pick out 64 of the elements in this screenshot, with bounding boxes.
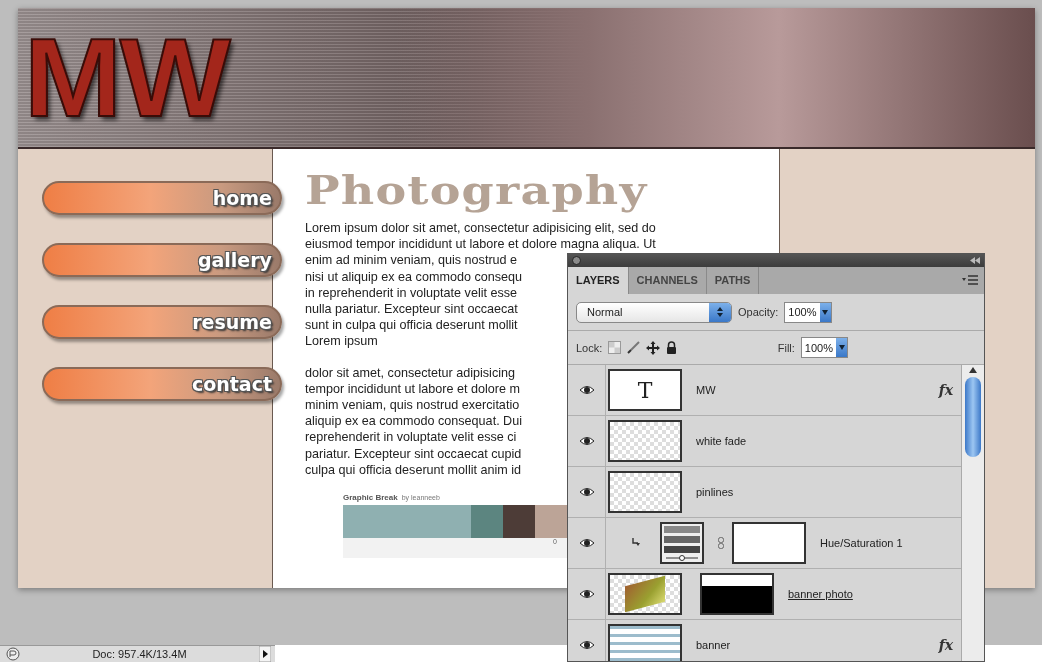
scroll-up-icon[interactable] [969,367,977,373]
dropdown-arrow-icon [838,345,845,350]
play-arrow-icon[interactable] [259,646,271,662]
body-text-line: reprehenderit in voluptate velit esse ci [305,429,517,446]
fill-label: Fill: [777,341,795,354]
palette-title: Graphic Break [343,493,398,503]
body-text-line: eiusmod tempor incididunt ut labore et dolore magna aliqua. Ut [305,236,656,253]
close-icon[interactable] [572,256,581,265]
padlock-icon[interactable] [666,341,678,354]
collapse-icon[interactable] [970,257,980,264]
body-text-line: minim veniam, quis nostrud exercitatio [305,397,520,414]
panel-menu-icon[interactable] [962,275,978,285]
body-text-line: aliquip ex ea commodo consequat. Dui [305,413,523,430]
eye-icon[interactable] [578,385,595,395]
blend-mode-dropdown[interactable]: Normal [576,301,732,323]
layer-name: white fade [696,435,747,447]
document-size: Doc: 957.4K/13.4M [91,648,188,660]
adjustment-layer-icon [660,522,704,564]
opacity-label: Opacity: [738,306,779,318]
body-text-line: pariatur. Excepteur sint occaecat cupid [305,445,522,462]
layer-row[interactable]: banner fx [568,620,961,661]
body-text-line: Lorem ipsum dolor sit amet, consectetur adipisicing elit, sed do [305,220,656,237]
scrollbar[interactable] [961,365,984,661]
layer-row[interactable]: pinlines [568,467,961,518]
body-text-line: culpa qui officia deserunt mollit anim id [305,461,522,479]
effects-icon[interactable]: fx [938,637,953,653]
body-text-line: dolor sit amet, consectetur adipisicing [305,364,515,381]
dropdown-arrow-icon [822,309,828,315]
body-text-line: sunt in culpa qui officia deserunt mollit [305,317,518,334]
move-icon[interactable] [646,340,661,355]
layer-row[interactable]: banner photo [568,569,961,620]
eye-icon[interactable] [578,589,595,599]
body-text-line: tempor incididunt ut labore et dolore m [305,380,520,398]
layer-name: banner [696,639,731,651]
eye-icon[interactable] [578,436,595,446]
brush-icon[interactable] [627,341,641,354]
eye-icon[interactable] [578,538,595,548]
link-icon[interactable] [718,537,724,549]
layer-name: MW [696,384,716,396]
effects-icon[interactable]: fx [938,382,953,398]
body-text-line: nisi ut aliquip ex ea commodo consequ [305,268,523,285]
layer-name: pinlines [696,486,734,498]
stepper-arrows-icon [716,306,724,318]
layer-row[interactable]: T MW fx [568,365,961,416]
body-text-line: in reprehenderit in voluptate velit esse [305,284,518,301]
layer-name: Hue/Saturation 1 [820,537,903,549]
layer-row[interactable]: Hue/Saturation 1 [568,518,961,569]
scroll-thumb[interactable] [965,377,981,457]
lock-label: Lock: [576,341,603,354]
type-glyph: T [637,377,653,403]
opacity-field[interactable]: 100% [784,301,832,323]
fill-field[interactable]: 100% [800,337,848,358]
body-text-line: Lorem ipsum [305,333,378,350]
body-text-line: nulla pariatur. Excepteur sint occaecat [305,301,518,318]
status-icon[interactable] [6,647,20,661]
panel-tab[interactable]: LAYERS [568,267,629,294]
panel-tab[interactable]: CHANNELS [628,267,707,294]
layer-row[interactable]: white fade [568,416,961,467]
logo: MW [24,21,229,134]
layer-name: banner photo [788,588,853,600]
eye-icon[interactable] [578,640,595,650]
body-text-line: enim ad minim veniam, quis nostrud e [305,252,518,269]
panel-tab[interactable]: PATHS [706,267,760,294]
eye-icon[interactable] [578,487,595,497]
